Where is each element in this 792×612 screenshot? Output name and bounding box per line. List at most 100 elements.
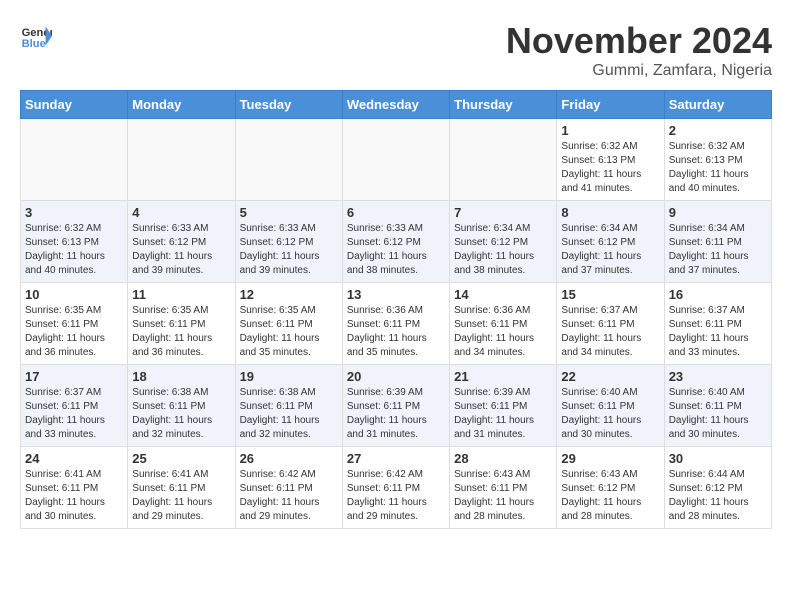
day-info: Sunrise: 6:35 AM Sunset: 6:11 PM Dayligh… (25, 304, 123, 360)
day-number: 17 (25, 369, 123, 384)
day-info: Sunrise: 6:40 AM Sunset: 6:11 PM Dayligh… (669, 386, 767, 442)
logo: General Blue (20, 20, 56, 52)
calendar-cell: 13 Sunrise: 6:36 AM Sunset: 6:11 PM Dayli… (342, 283, 449, 365)
calendar-cell: 24Sunrise: 6:41 AM Sunset: 6:11 PM Dayli… (21, 447, 128, 529)
calendar-cell: 12Sunrise: 6:35 AM Sunset: 6:11 PM Dayli… (235, 283, 342, 365)
day-number: 19 (240, 369, 338, 384)
day-number: 4 (132, 205, 230, 220)
calendar-cell: 5 Sunrise: 6:33 AM Sunset: 6:12 PM Daylig… (235, 201, 342, 283)
day-info: Sunrise: 6:40 AM Sunset: 6:11 PM Dayligh… (561, 386, 659, 442)
weekday-header: Wednesday (342, 91, 449, 119)
calendar-week-row: 24Sunrise: 6:41 AM Sunset: 6:11 PM Dayli… (21, 447, 772, 529)
calendar-week-row: 17 Sunrise: 6:37 AM Sunset: 6:11 PM Dayli… (21, 365, 772, 447)
logo-icon: General Blue (20, 20, 52, 52)
day-info: Sunrise: 6:38 AM Sunset: 6:11 PM Dayligh… (132, 386, 230, 442)
day-number: 6 (347, 205, 445, 220)
day-number: 2 (669, 123, 767, 138)
day-info: Sunrise: 6:36 AM Sunset: 6:11 PM Dayligh… (347, 304, 445, 360)
day-info: Sunrise: 6:33 AM Sunset: 6:12 PM Dayligh… (347, 222, 445, 278)
calendar-cell: 17 Sunrise: 6:37 AM Sunset: 6:11 PM Dayli… (21, 365, 128, 447)
calendar-cell: 1Sunrise: 6:32 AM Sunset: 6:13 PM Daylig… (557, 119, 664, 201)
day-number: 24 (25, 451, 123, 466)
day-number: 14 (454, 287, 552, 302)
title-block: November 2024 Gummi, Zamfara, Nigeria (506, 20, 772, 80)
calendar-table: SundayMondayTuesdayWednesdayThursdayFrid… (20, 90, 772, 529)
day-number: 29 (561, 451, 659, 466)
day-number: 16 (669, 287, 767, 302)
weekday-header: Thursday (450, 91, 557, 119)
day-number: 20 (347, 369, 445, 384)
calendar-cell: 25Sunrise: 6:41 AM Sunset: 6:11 PM Dayli… (128, 447, 235, 529)
page-header: General Blue November 2024 Gummi, Zamfar… (20, 20, 772, 80)
calendar-cell (21, 119, 128, 201)
weekday-header: Monday (128, 91, 235, 119)
calendar-cell: 30 Sunrise: 6:44 AM Sunset: 6:12 PM Dayli… (664, 447, 771, 529)
day-info: Sunrise: 6:43 AM Sunset: 6:11 PM Dayligh… (454, 468, 552, 524)
calendar-cell: 9Sunrise: 6:34 AM Sunset: 6:11 PM Daylig… (664, 201, 771, 283)
day-info: Sunrise: 6:44 AM Sunset: 6:12 PM Dayligh… (669, 468, 767, 524)
calendar-cell (128, 119, 235, 201)
day-number: 8 (561, 205, 659, 220)
day-number: 5 (240, 205, 338, 220)
calendar-cell: 18 Sunrise: 6:38 AM Sunset: 6:11 PM Dayli… (128, 365, 235, 447)
day-number: 10 (25, 287, 123, 302)
day-number: 22 (561, 369, 659, 384)
day-number: 15 (561, 287, 659, 302)
day-number: 26 (240, 451, 338, 466)
day-number: 27 (347, 451, 445, 466)
day-info: Sunrise: 6:42 AM Sunset: 6:11 PM Dayligh… (347, 468, 445, 524)
day-info: Sunrise: 6:37 AM Sunset: 6:11 PM Dayligh… (25, 386, 123, 442)
day-info: Sunrise: 6:37 AM Sunset: 6:11 PM Dayligh… (561, 304, 659, 360)
day-info: Sunrise: 6:32 AM Sunset: 6:13 PM Dayligh… (669, 140, 767, 196)
day-info: Sunrise: 6:33 AM Sunset: 6:12 PM Dayligh… (132, 222, 230, 278)
calendar-week-row: 1Sunrise: 6:32 AM Sunset: 6:13 PM Daylig… (21, 119, 772, 201)
calendar-cell (235, 119, 342, 201)
day-number: 18 (132, 369, 230, 384)
calendar-cell: 8 Sunrise: 6:34 AM Sunset: 6:12 PM Daylig… (557, 201, 664, 283)
calendar-week-row: 10 Sunrise: 6:35 AM Sunset: 6:11 PM Dayli… (21, 283, 772, 365)
calendar-cell: 6 Sunrise: 6:33 AM Sunset: 6:12 PM Daylig… (342, 201, 449, 283)
day-info: Sunrise: 6:38 AM Sunset: 6:11 PM Dayligh… (240, 386, 338, 442)
day-number: 28 (454, 451, 552, 466)
day-number: 30 (669, 451, 767, 466)
day-number: 21 (454, 369, 552, 384)
weekday-header: Sunday (21, 91, 128, 119)
day-info: Sunrise: 6:37 AM Sunset: 6:11 PM Dayligh… (669, 304, 767, 360)
day-info: Sunrise: 6:39 AM Sunset: 6:11 PM Dayligh… (347, 386, 445, 442)
calendar-cell: 20 Sunrise: 6:39 AM Sunset: 6:11 PM Dayli… (342, 365, 449, 447)
weekday-header: Friday (557, 91, 664, 119)
day-info: Sunrise: 6:43 AM Sunset: 6:12 PM Dayligh… (561, 468, 659, 524)
day-info: Sunrise: 6:32 AM Sunset: 6:13 PM Dayligh… (561, 140, 659, 196)
calendar-week-row: 3Sunrise: 6:32 AM Sunset: 6:13 PM Daylig… (21, 201, 772, 283)
calendar-cell (450, 119, 557, 201)
day-info: Sunrise: 6:34 AM Sunset: 6:11 PM Dayligh… (669, 222, 767, 278)
weekday-header-row: SundayMondayTuesdayWednesdayThursdayFrid… (21, 91, 772, 119)
calendar-cell: 23 Sunrise: 6:40 AM Sunset: 6:11 PM Dayli… (664, 365, 771, 447)
day-number: 3 (25, 205, 123, 220)
calendar-cell: 27 Sunrise: 6:42 AM Sunset: 6:11 PM Dayli… (342, 447, 449, 529)
day-number: 13 (347, 287, 445, 302)
calendar-cell: 26Sunrise: 6:42 AM Sunset: 6:11 PM Dayli… (235, 447, 342, 529)
day-number: 11 (132, 287, 230, 302)
calendar-cell: 16 Sunrise: 6:37 AM Sunset: 6:11 PM Dayli… (664, 283, 771, 365)
day-number: 7 (454, 205, 552, 220)
calendar-cell: 10 Sunrise: 6:35 AM Sunset: 6:11 PM Dayli… (21, 283, 128, 365)
svg-text:Blue: Blue (22, 38, 46, 50)
calendar-cell: 4 Sunrise: 6:33 AM Sunset: 6:12 PM Daylig… (128, 201, 235, 283)
day-info: Sunrise: 6:33 AM Sunset: 6:12 PM Dayligh… (240, 222, 338, 278)
day-info: Sunrise: 6:34 AM Sunset: 6:12 PM Dayligh… (561, 222, 659, 278)
calendar-cell: 15 Sunrise: 6:37 AM Sunset: 6:11 PM Dayli… (557, 283, 664, 365)
day-info: Sunrise: 6:34 AM Sunset: 6:12 PM Dayligh… (454, 222, 552, 278)
calendar-cell: 14Sunrise: 6:36 AM Sunset: 6:11 PM Dayli… (450, 283, 557, 365)
weekday-header: Tuesday (235, 91, 342, 119)
calendar-body: 1Sunrise: 6:32 AM Sunset: 6:13 PM Daylig… (21, 119, 772, 529)
calendar-cell: 22 Sunrise: 6:40 AM Sunset: 6:11 PM Dayli… (557, 365, 664, 447)
day-number: 23 (669, 369, 767, 384)
calendar-cell: 29 Sunrise: 6:43 AM Sunset: 6:12 PM Dayli… (557, 447, 664, 529)
day-info: Sunrise: 6:35 AM Sunset: 6:11 PM Dayligh… (240, 304, 338, 360)
calendar-cell: 19 Sunrise: 6:38 AM Sunset: 6:11 PM Dayli… (235, 365, 342, 447)
calendar-cell: 11Sunrise: 6:35 AM Sunset: 6:11 PM Dayli… (128, 283, 235, 365)
day-number: 25 (132, 451, 230, 466)
day-info: Sunrise: 6:39 AM Sunset: 6:11 PM Dayligh… (454, 386, 552, 442)
weekday-header: Saturday (664, 91, 771, 119)
